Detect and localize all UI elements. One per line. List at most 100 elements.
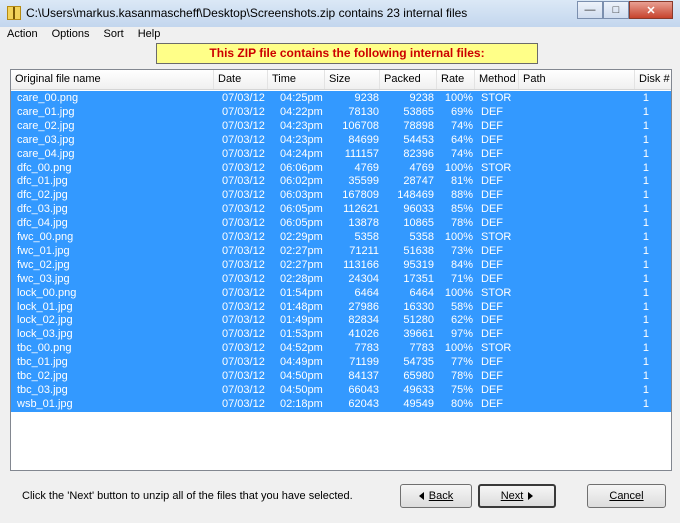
- cell-packed: 16330: [403, 300, 434, 313]
- column-header-method[interactable]: Method: [475, 70, 519, 89]
- cell-date: 07/03/12: [222, 105, 265, 118]
- table-row[interactable]: fwc_03.jpg 07/03/12 02:28pm 24304 17351 71% DE…: [11, 272, 671, 286]
- minimize-button[interactable]: —: [577, 1, 603, 19]
- cell-name: care_03.jpg: [17, 133, 75, 146]
- table-row[interactable]: dfc_02.jpg 07/03/12 06:03pm 167809 148469 88%…: [11, 188, 671, 202]
- table-row[interactable]: care_04.jpg 07/03/12 04:24pm 111157 82396 74%…: [11, 147, 671, 161]
- footer-bar: Click the 'Next' button to unzip all of …: [0, 476, 680, 523]
- table-row[interactable]: tbc_02.jpg 07/03/12 04:50pm 84137 65980 78% DE…: [11, 369, 671, 383]
- file-list[interactable]: Original file name Date Time Size Packed…: [10, 69, 672, 471]
- table-row[interactable]: fwc_01.jpg 07/03/12 02:27pm 71211 51638 73% DE…: [11, 244, 671, 258]
- cell-date: 07/03/12: [222, 231, 265, 243]
- table-row[interactable]: fwc_00.png 07/03/12 02:29pm 5358 5358 100% STO…: [11, 230, 671, 244]
- cell-name: fwc_00.png: [17, 231, 74, 243]
- table-row[interactable]: wsb_01.jpg 07/03/12 02:18pm 62043 49549 80% DE…: [11, 397, 671, 411]
- window-title: C:\Users\markus.kasanmascheff\Desktop\Sc…: [26, 6, 468, 20]
- table-row[interactable]: lock_00.png 07/03/12 01:54pm 6464 6464 100% ST…: [11, 286, 671, 300]
- cell-disk: 1: [642, 147, 649, 160]
- table-row[interactable]: dfc_03.jpg 07/03/12 06:05pm 112621 96033 85% D…: [11, 202, 671, 216]
- cell-rate: 80%: [450, 397, 473, 410]
- table-row[interactable]: care_00.png 07/03/12 04:25pm 9238 9238 100% ST…: [11, 91, 671, 105]
- cell-rate: 58%: [450, 300, 473, 313]
- cell-packed: 49633: [403, 383, 434, 396]
- triangle-right-icon: [528, 492, 534, 501]
- cell-size: 7783: [354, 342, 379, 355]
- cell-time: 04:23pm: [280, 119, 323, 132]
- column-header-disk[interactable]: Disk #: [635, 70, 671, 89]
- cell-date: 07/03/12: [222, 328, 265, 341]
- cell-method: STOR: [481, 342, 512, 355]
- table-row[interactable]: dfc_00.png 07/03/12 06:06pm 4769 4769 100% STO…: [11, 161, 671, 175]
- menu-sort[interactable]: Sort: [97, 27, 131, 43]
- cell-size: 6464: [354, 286, 379, 299]
- column-header-packed[interactable]: Packed: [380, 70, 437, 89]
- cell-rate: 88%: [450, 189, 473, 202]
- cell-name: lock_00.png: [17, 286, 77, 299]
- close-icon: ✕: [646, 4, 656, 17]
- back-button[interactable]: Back: [400, 484, 472, 508]
- cancel-button[interactable]: Cancel: [587, 484, 666, 508]
- table-row[interactable]: care_03.jpg 07/03/12 04:23pm 84699 54453 64% D…: [11, 133, 671, 147]
- table-row[interactable]: care_02.jpg 07/03/12 04:23pm 106708 78898 74%…: [11, 119, 671, 133]
- cell-method: DEF: [481, 175, 503, 188]
- cell-packed: 148469: [397, 189, 434, 202]
- cell-date: 07/03/12: [222, 189, 265, 202]
- table-row[interactable]: dfc_04.jpg 07/03/12 06:05pm 13878 10865 78% DE…: [11, 216, 671, 230]
- table-row[interactable]: care_01.jpg 07/03/12 04:22pm 78130 53865 69% D…: [11, 105, 671, 119]
- table-row[interactable]: lock_01.jpg 07/03/12 01:48pm 27986 16330 58% D…: [11, 300, 671, 314]
- cell-name: dfc_01.jpg: [17, 175, 68, 188]
- menu-action[interactable]: Action: [0, 27, 45, 43]
- cell-rate: 100%: [444, 286, 473, 299]
- cell-date: 07/03/12: [222, 161, 265, 174]
- cell-time: 04:50pm: [280, 383, 323, 396]
- cell-method: STOR: [481, 161, 512, 174]
- cell-name: dfc_00.png: [17, 161, 72, 174]
- menu-help[interactable]: Help: [131, 27, 168, 43]
- cell-date: 07/03/12: [222, 217, 265, 230]
- table-row[interactable]: dfc_01.jpg 07/03/12 06:02pm 35599 28747 81% DE…: [11, 174, 671, 188]
- cell-packed: 51638: [403, 244, 434, 257]
- cell-method: DEF: [481, 370, 503, 382]
- cell-date: 07/03/12: [222, 272, 265, 285]
- cell-time: 04:23pm: [280, 133, 323, 146]
- cell-time: 04:52pm: [280, 342, 323, 355]
- column-header-size[interactable]: Size: [325, 70, 380, 89]
- cell-time: 06:05pm: [280, 203, 323, 216]
- table-row[interactable]: lock_03.jpg 07/03/12 01:53pm 41026 39661 97% D…: [11, 327, 671, 341]
- cell-name: lock_03.jpg: [17, 328, 73, 341]
- cell-size: 167809: [342, 189, 379, 202]
- table-row[interactable]: lock_02.jpg 07/03/12 01:49pm 82834 51280 62% D…: [11, 313, 671, 327]
- next-button[interactable]: Next: [478, 484, 556, 508]
- cell-time: 02:27pm: [280, 244, 323, 257]
- column-header-time[interactable]: Time: [268, 70, 325, 89]
- column-header-rate[interactable]: Rate: [437, 70, 475, 89]
- cell-method: DEF: [481, 119, 503, 132]
- column-header-name[interactable]: Original file name: [11, 70, 214, 89]
- cell-time: 01:54pm: [280, 286, 323, 299]
- cell-rate: 78%: [450, 217, 473, 230]
- cell-disk: 1: [642, 328, 649, 341]
- column-header-path[interactable]: Path: [519, 70, 635, 89]
- close-button[interactable]: ✕: [629, 1, 673, 19]
- cell-method: STOR: [481, 286, 512, 299]
- cell-disk: 1: [642, 244, 649, 257]
- cell-disk: 1: [642, 300, 649, 313]
- table-row[interactable]: tbc_01.jpg 07/03/12 04:49pm 71199 54735 77% DE…: [11, 355, 671, 369]
- title-bar[interactable]: C:\Users\markus.kasanmascheff\Desktop\Sc…: [0, 0, 680, 28]
- cell-rate: 64%: [450, 133, 473, 146]
- cell-packed: 96033: [403, 203, 434, 216]
- cell-date: 07/03/12: [222, 258, 265, 271]
- cell-time: 01:53pm: [280, 328, 323, 341]
- cell-method: DEF: [481, 300, 503, 313]
- table-row[interactable]: tbc_00.png 07/03/12 04:52pm 7783 7783 100% STO…: [11, 341, 671, 355]
- maximize-button[interactable]: □: [603, 1, 629, 19]
- menu-options[interactable]: Options: [45, 27, 97, 43]
- cell-size: 113166: [343, 258, 379, 271]
- table-row[interactable]: tbc_03.jpg 07/03/12 04:50pm 66043 49633 75% DE…: [11, 383, 671, 397]
- table-row[interactable]: fwc_02.jpg 07/03/12 02:27pm 113166 95319 84% D…: [11, 258, 671, 272]
- menu-bar: Action Options Sort Help: [0, 27, 680, 43]
- cell-name: dfc_02.jpg: [17, 189, 68, 202]
- cell-name: care_02.jpg: [17, 119, 75, 132]
- column-header-date[interactable]: Date: [214, 70, 268, 89]
- cell-size: 71211: [349, 244, 379, 257]
